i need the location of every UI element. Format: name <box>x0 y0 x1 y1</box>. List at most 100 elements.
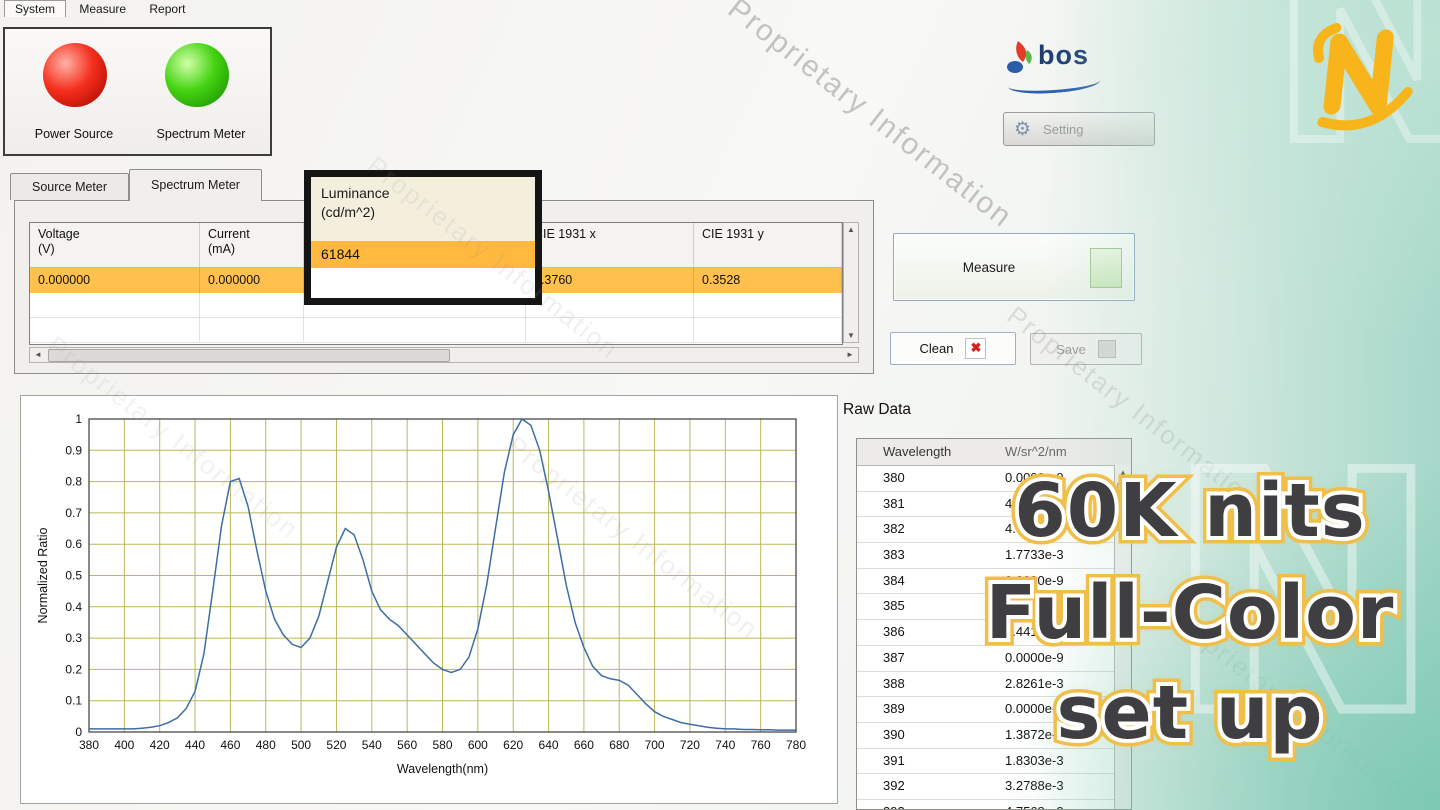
raw-data-rows: 3800.0000e-93814.6176e-33824.9277e-33831… <box>857 466 1131 810</box>
svg-text:400: 400 <box>114 738 134 752</box>
raw-data-row: 3890.0000e-9 <box>857 697 1131 723</box>
svg-text:620: 620 <box>503 738 523 752</box>
horizontal-scroll-thumb[interactable] <box>48 349 450 362</box>
clean-button[interactable]: Clean ✖ <box>890 332 1016 365</box>
spectrum-meter-status-icon <box>165 43 229 107</box>
watermark-text: Proprietary Information <box>1161 600 1425 810</box>
raw-data-table: Wavelength W/sr^2/nm 3800.0000e-93814.61… <box>856 438 1132 810</box>
column-header-current[interactable]: Current(mA) <box>200 223 304 267</box>
luminance-callout-footer <box>311 268 535 298</box>
luminance-callout-header: Luminance (cd/m^2) <box>311 177 535 222</box>
svg-text:700: 700 <box>645 738 665 752</box>
raw-data-column-power: W/sr^2/nm <box>1005 439 1131 465</box>
scroll-down-icon[interactable]: ▼ <box>844 331 858 340</box>
clean-button-label: Clean <box>920 341 954 356</box>
column-header-cie-1931-y[interactable]: CIE 1931 y <box>694 223 842 267</box>
app-window: System Measure Report Power Source Spect… <box>0 0 1440 810</box>
measure-button[interactable]: Measure <box>893 233 1135 301</box>
luminance-callout-unit: (cd/m^2) <box>321 203 535 222</box>
svg-text:720: 720 <box>680 738 700 752</box>
svg-text:0.9: 0.9 <box>65 443 82 457</box>
raw-data-row: 3853.1307e-3 <box>857 594 1131 620</box>
svg-text:Normalized Ratio: Normalized Ratio <box>36 528 50 624</box>
svg-text:1: 1 <box>75 412 82 426</box>
status-panel: Power Source Spectrum Meter <box>3 27 272 156</box>
setting-button-label: Setting <box>1043 122 1083 137</box>
intech-logo-icon <box>1298 12 1428 132</box>
svg-text:0.6: 0.6 <box>65 537 82 551</box>
brand-logo: bos <box>1006 40 1089 74</box>
tab-spectrum-meter[interactable]: Spectrum Meter <box>129 169 262 201</box>
svg-text:560: 560 <box>397 738 417 752</box>
scroll-up-icon[interactable]: ▲ <box>844 225 858 234</box>
menu-item-report[interactable]: Report <box>139 1 195 17</box>
svg-text:640: 640 <box>539 738 559 752</box>
scroll-left-icon[interactable]: ◄ <box>30 348 46 362</box>
raw-data-scrollbar[interactable]: ▲ <box>1114 465 1131 809</box>
raw-data-row: 3923.2788e-3 <box>857 774 1131 800</box>
luminance-value: 61844 <box>311 241 535 268</box>
column-header-cie-1931-x[interactable]: CIE 1931 x <box>526 223 694 267</box>
raw-data-row: 3814.6176e-3 <box>857 492 1131 518</box>
raw-data-row: 3824.9277e-3 <box>857 517 1131 543</box>
svg-text:480: 480 <box>256 738 276 752</box>
raw-data-row: 3911.8303e-3 <box>857 749 1131 775</box>
spectrum-meter-label: Spectrum Meter <box>137 127 265 141</box>
luminance-callout: Luminance (cd/m^2) 61844 <box>304 170 542 305</box>
svg-text:0.1: 0.1 <box>65 694 82 708</box>
measure-button-label: Measure <box>894 234 1084 300</box>
setting-button[interactable]: ⚙ Setting <box>1003 112 1155 146</box>
scroll-right-icon[interactable]: ► <box>842 348 858 362</box>
raw-data-row: 3800.0000e-9 <box>857 466 1131 492</box>
menu-item-measure[interactable]: Measure <box>69 1 136 17</box>
svg-text:520: 520 <box>326 738 346 752</box>
menu-item-system[interactable]: System <box>4 0 66 17</box>
svg-text:380: 380 <box>79 738 99 752</box>
svg-text:420: 420 <box>150 738 170 752</box>
svg-text:540: 540 <box>362 738 382 752</box>
measurement-cell: 0.000000 <box>30 268 200 293</box>
iboson-logo-icon <box>1006 40 1034 74</box>
menubar: System Measure Report <box>4 0 195 18</box>
save-button-icon <box>1098 340 1116 358</box>
svg-text:0: 0 <box>75 725 82 739</box>
measure-button-icon <box>1090 248 1122 288</box>
measurement-cell: 0.3528 <box>694 268 842 293</box>
svg-text:760: 760 <box>751 738 771 752</box>
svg-text:460: 460 <box>220 738 240 752</box>
save-button[interactable]: Save <box>1030 333 1142 365</box>
svg-text:680: 680 <box>609 738 629 752</box>
column-header-voltage[interactable]: Voltage(V) <box>30 223 200 267</box>
power-source-label: Power Source <box>13 127 135 141</box>
svg-text:500: 500 <box>291 738 311 752</box>
raw-data-row: 3840.0000e-9 <box>857 569 1131 595</box>
tab-source-meter[interactable]: Source Meter <box>10 173 129 200</box>
giant-n-outline-watermark: N <box>1270 0 1440 180</box>
raw-data-row: 3870.0000e-9 <box>857 646 1131 672</box>
svg-text:0.4: 0.4 <box>65 600 82 614</box>
svg-text:740: 740 <box>715 738 735 752</box>
raw-data-row: 3934.7568e-3 <box>857 800 1131 810</box>
scroll-up-icon[interactable]: ▲ <box>1115 468 1131 477</box>
brand-swoosh <box>1007 71 1100 96</box>
svg-text:580: 580 <box>432 738 452 752</box>
gear-icon: ⚙ <box>1014 120 1031 139</box>
svg-text:600: 600 <box>468 738 488 752</box>
svg-text:780: 780 <box>786 738 806 752</box>
table-vertical-scrollbar[interactable]: ▲ ▼ <box>843 222 859 343</box>
svg-text:440: 440 <box>185 738 205 752</box>
luminance-callout-title: Luminance <box>321 184 535 203</box>
raw-scroll-thumb[interactable] <box>1117 483 1129 531</box>
spectrum-chart: 380 400 420 440 460 480 500 520 540 560 580 600 620 6… <box>21 396 837 803</box>
measurement-cell: 0.3760 <box>526 268 694 293</box>
svg-text:0.5: 0.5 <box>65 569 82 583</box>
power-source-status-icon <box>43 43 107 107</box>
svg-text:Wavelength(nm): Wavelength(nm) <box>397 762 488 776</box>
svg-text:660: 660 <box>574 738 594 752</box>
raw-data-row: 3901.3872e-3 <box>857 723 1131 749</box>
table-horizontal-scrollbar[interactable]: ◄ ► <box>29 347 859 363</box>
save-button-label: Save <box>1056 342 1086 357</box>
svg-text:0.3: 0.3 <box>65 631 82 645</box>
giant-n-outline-watermark: N <box>1165 430 1440 760</box>
svg-text:0.7: 0.7 <box>65 506 82 520</box>
